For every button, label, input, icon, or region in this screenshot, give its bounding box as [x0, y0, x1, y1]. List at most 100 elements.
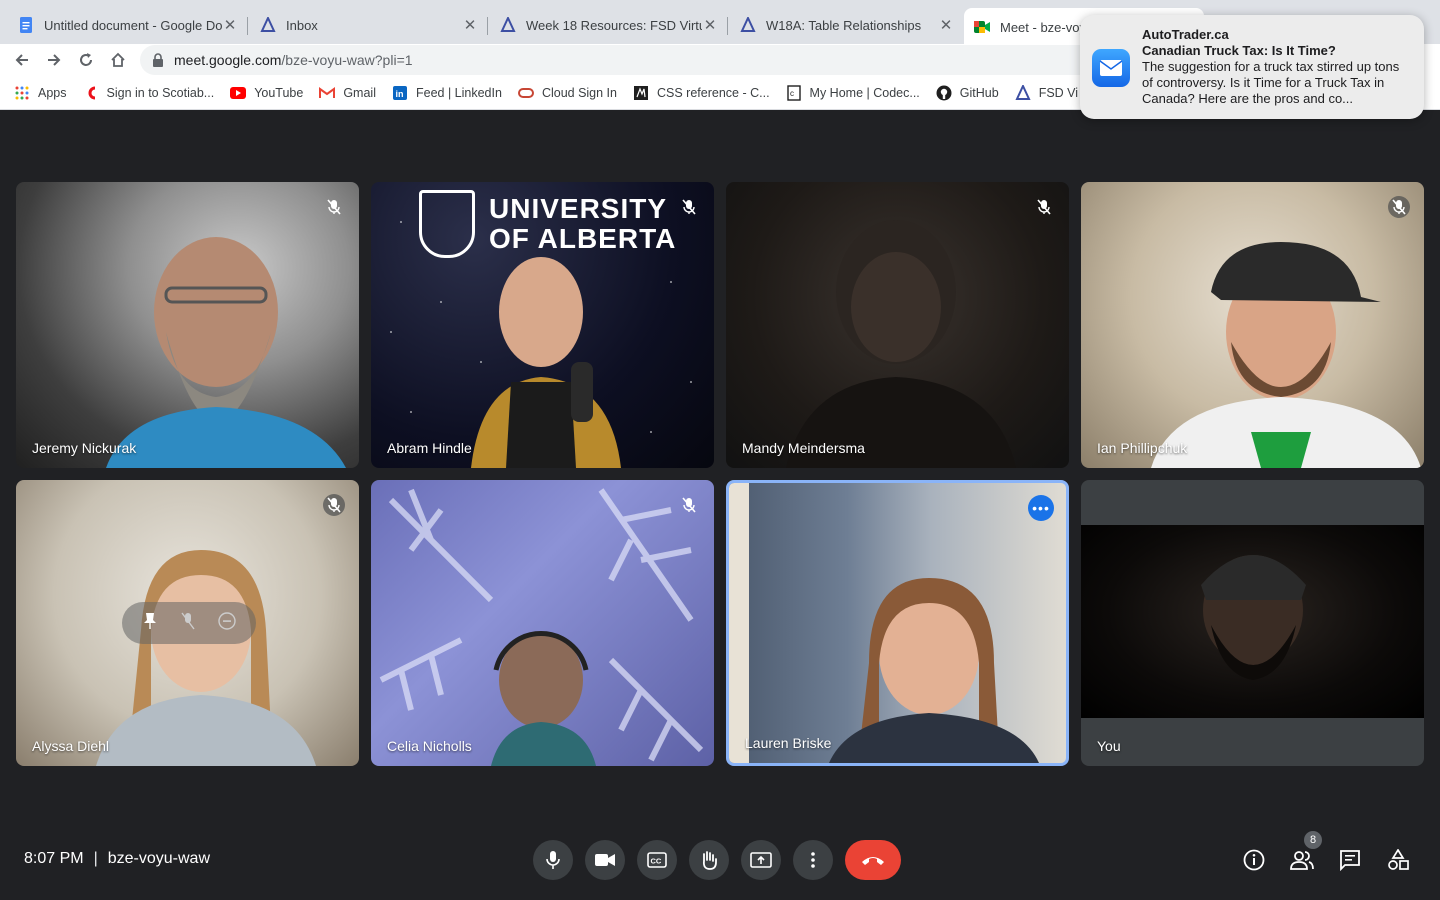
participant-tile[interactable]: Celia Nicholls [371, 480, 714, 766]
activities-button[interactable] [1384, 846, 1412, 874]
captions-button[interactable]: CC [637, 840, 677, 880]
apps-grid-icon [14, 85, 30, 101]
microphone-button[interactable] [533, 840, 573, 880]
tab-google-docs[interactable]: Untitled document - Google Do ✕ [8, 8, 248, 42]
forward-button[interactable] [42, 48, 66, 72]
university-of-alberta-banner: UNIVERSITY OF ALBERTA [419, 190, 676, 258]
self-tile[interactable]: You [1081, 480, 1424, 766]
eclass-icon [1015, 84, 1031, 101]
bookmark-scotiabank[interactable]: Sign in to Scotiab... [83, 85, 215, 101]
tile-hover-controls [122, 602, 256, 644]
participant-video [1151, 242, 1421, 468]
bookmark-label: YouTube [254, 85, 304, 100]
muted-mic-icon [1033, 196, 1055, 218]
tab-table-relationships[interactable]: W18A: Table Relationships ✕ [730, 8, 964, 42]
participant-tile-active-speaker[interactable]: ••• Lauren Briske [726, 480, 1069, 766]
bookmark-linkedin[interactable]: in Feed | LinkedIn [392, 85, 502, 101]
participant-name: You [1097, 738, 1121, 754]
chat-button[interactable] [1336, 846, 1364, 874]
bookmark-github[interactable]: GitHub [936, 85, 999, 101]
home-icon [111, 52, 125, 67]
bookmark-label: My Home | Codec... [809, 85, 920, 100]
codecademy-icon [633, 85, 649, 101]
bookmark-label: Gmail [343, 85, 376, 100]
participant-tile[interactable]: UNIVERSITY OF ALBERTA Abram Hindle [371, 182, 714, 468]
participant-tile[interactable]: Alyssa Diehl [16, 480, 359, 766]
close-tab-icon[interactable]: ✕ [938, 16, 954, 34]
bookmark-label: Apps [38, 85, 67, 100]
tab-inbox[interactable]: Inbox ✕ [250, 8, 488, 42]
activities-shapes-icon [1388, 849, 1409, 870]
meeting-info-button[interactable] [1240, 846, 1268, 874]
bookmark-label: GitHub [959, 85, 999, 100]
eclass-icon [740, 17, 756, 33]
more-options-icon[interactable]: ••• [1028, 495, 1054, 521]
participant-name: Celia Nicholls [387, 738, 472, 754]
separator: | [93, 850, 98, 867]
home-button[interactable] [106, 48, 130, 72]
present-screen-button[interactable] [741, 840, 781, 880]
tab-title: Inbox [286, 17, 318, 33]
close-tab-icon[interactable]: ✕ [702, 16, 718, 34]
tab-separator [487, 17, 488, 35]
participant-name: Jeremy Nickurak [32, 440, 137, 456]
google-docs-icon [18, 17, 34, 33]
bookmark-oracle-cloud[interactable]: Cloud Sign In [517, 85, 617, 101]
svg-text:c: c [790, 89, 794, 98]
remove-participant-icon[interactable] [218, 611, 237, 635]
tab-title: Untitled document - Google Do [44, 17, 222, 33]
mute-participant-icon[interactable] [181, 612, 195, 635]
bookmark-label: Sign in to Scotiab... [106, 85, 215, 100]
pin-icon[interactable] [142, 612, 158, 635]
bookmark-label: Feed | LinkedIn [415, 85, 502, 100]
meeting-code: bze-voyu-waw [107, 850, 211, 867]
meet-control-bar: 8:07 PM | bze-voyu-waw CC [0, 820, 1440, 900]
bookmark-fsd[interactable]: FSD Vi [1015, 84, 1079, 101]
tab-week18-resources[interactable]: Week 18 Resources: FSD Virtu ✕ [490, 8, 728, 42]
participants-button[interactable] [1288, 846, 1316, 874]
notification-app: AutoTrader.ca [1142, 27, 1229, 42]
participant-name: Lauren Briske [745, 735, 832, 751]
bookmark-apps[interactable]: Apps [14, 85, 67, 101]
tab-title: W18A: Table Relationships [766, 17, 922, 33]
mail-icon [1092, 49, 1130, 87]
present-screen-icon [750, 852, 772, 868]
close-tab-icon[interactable]: ✕ [222, 16, 238, 34]
participant-name: Abram Hindle [387, 440, 472, 456]
lock-icon [153, 53, 163, 67]
meeting-details: 8:07 PM | bze-voyu-waw [24, 850, 210, 868]
muted-mic-icon [1388, 196, 1410, 218]
muted-mic-icon [678, 196, 700, 218]
camera-button[interactable] [585, 840, 625, 880]
participant-count-badge: 8 [1304, 831, 1322, 849]
bookmark-label: FSD Vi [1038, 85, 1079, 100]
eclass-icon [260, 17, 276, 33]
microphone-icon [546, 851, 560, 869]
participant-tile[interactable]: Jeremy Nickurak [16, 182, 359, 468]
bookmark-gmail[interactable]: Gmail [319, 85, 376, 101]
oracle-icon [517, 85, 534, 101]
back-button[interactable] [10, 48, 34, 72]
system-notification[interactable]: AutoTrader.ca Canadian Truck Tax: Is It … [1080, 15, 1424, 119]
raise-hand-button[interactable] [689, 840, 729, 880]
linkedin-icon: in [392, 85, 408, 101]
banner-line-1: UNIVERSITY [489, 193, 668, 224]
participant-tile[interactable]: Ian Phillipchuk [1081, 182, 1424, 468]
tab-separator [727, 17, 728, 35]
self-video [1081, 525, 1424, 718]
bookmark-label: CSS reference - C... [657, 85, 770, 100]
participant-video [786, 220, 1016, 468]
participant-name: Mandy Meindersma [742, 440, 865, 456]
bookmark-youtube[interactable]: YouTube [230, 85, 303, 101]
leave-call-button[interactable] [845, 840, 901, 880]
reload-button[interactable] [74, 48, 98, 72]
bookmark-codecademy-home[interactable]: c My Home | Codec... [786, 84, 920, 101]
participant-video [379, 488, 704, 766]
chat-icon [1340, 850, 1360, 871]
close-tab-icon[interactable]: ✕ [462, 16, 478, 34]
reload-icon [80, 53, 92, 66]
participant-tile[interactable]: Mandy Meindersma [726, 182, 1069, 468]
more-options-button[interactable] [793, 840, 833, 880]
bookmark-css-reference[interactable]: CSS reference - C... [633, 85, 770, 101]
hang-up-icon [862, 857, 884, 865]
